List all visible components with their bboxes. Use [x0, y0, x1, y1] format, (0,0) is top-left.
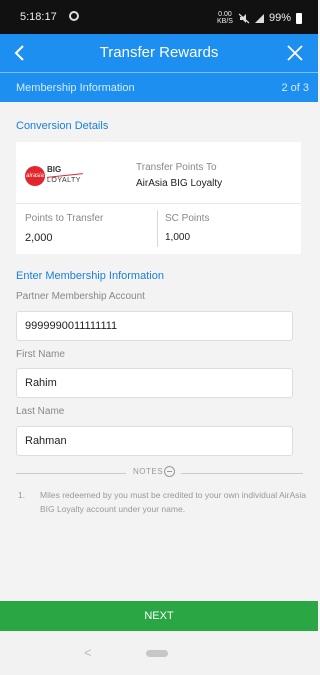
network-speed: 0.00 KB/S	[217, 11, 233, 25]
membership-info-title: Enter Membership Information	[16, 270, 164, 282]
conversion-details-title: Conversion Details	[16, 120, 109, 132]
next-button[interactable]: NEXT	[0, 601, 318, 631]
points-to-transfer-value: 2,000	[25, 232, 53, 244]
mute-icon	[238, 13, 250, 23]
step-header: Membership Information 2 of 3	[0, 73, 318, 102]
card-column-divider	[157, 210, 158, 247]
partner-account-input[interactable]	[16, 311, 293, 341]
logo-text-loyalty: LOYALTY	[47, 177, 81, 184]
notes-line-left	[16, 473, 126, 474]
sc-points-label: SC Points	[165, 213, 210, 224]
note-number: 1.	[18, 490, 26, 500]
network-speed-unit: KB/S	[217, 18, 233, 25]
airasia-big-loyalty-logo: airasia BIG LOYALTY	[25, 164, 85, 186]
last-name-input[interactable]	[16, 426, 293, 456]
collapse-notes-icon[interactable]	[164, 466, 175, 477]
conversion-card: airasia BIG LOYALTY Transfer Points To A…	[16, 142, 301, 254]
battery-percent: 99%	[268, 12, 291, 24]
notes-divider: NOTES	[16, 466, 303, 480]
logo-text-big: BIG	[47, 165, 62, 174]
close-icon[interactable]	[282, 40, 308, 66]
system-home-pill[interactable]	[146, 650, 168, 657]
network-speed-value: 0.00	[218, 11, 232, 18]
first-name-input[interactable]	[16, 368, 293, 398]
note-text: Miles redeemed by you must be credited t…	[40, 490, 306, 514]
notes-line-right	[181, 473, 303, 474]
system-back-icon[interactable]: <	[84, 645, 92, 660]
card-divider	[16, 203, 301, 204]
battery-icon	[296, 12, 302, 24]
page-title: Transfer Rewards	[99, 44, 219, 61]
status-icons: 0.00 KB/S 99%	[217, 11, 302, 25]
transfer-to-value: AirAsia BIG Loyalty	[136, 178, 223, 189]
step-indicator: 2 of 3	[281, 82, 309, 94]
first-name-label: First Name	[16, 349, 65, 360]
partner-account-label: Partner Membership Account	[16, 291, 145, 302]
step-section-label: Membership Information	[16, 82, 135, 94]
app-header: Transfer Rewards	[0, 34, 318, 72]
system-nav-bar: <	[0, 631, 318, 675]
signal-icon	[254, 13, 264, 23]
status-bar: 5:18:17 0.00 KB/S 99%	[0, 0, 318, 34]
status-time: 5:18:17	[20, 11, 57, 23]
screen-record-icon	[69, 11, 79, 21]
airasia-badge: airasia	[25, 166, 45, 186]
last-name-label: Last Name	[16, 406, 65, 417]
notes-label: NOTES	[133, 467, 164, 476]
transfer-to-label: Transfer Points To	[136, 162, 217, 173]
sc-points-value: 1,000	[165, 232, 191, 243]
points-to-transfer-label: Points to Transfer	[25, 213, 104, 224]
